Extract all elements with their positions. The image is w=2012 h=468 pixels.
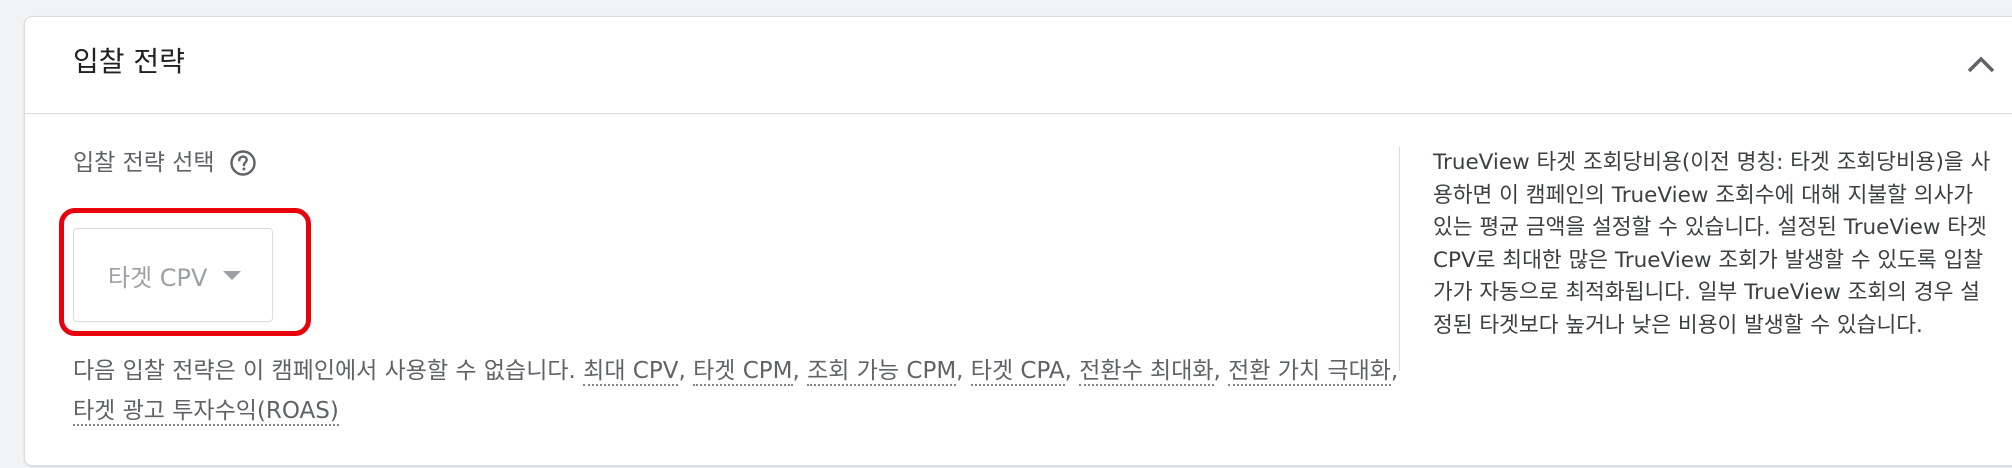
strategy-label: 입찰 전략 선택 (73, 150, 215, 176)
unavailable-strategies-text: 다음 입찰 전략은 이 캠페인에서 사용할 수 없습니다. 최대 CPV, 타겟… (73, 351, 1403, 431)
unavailable-item[interactable]: 최대 CPV (583, 358, 679, 386)
strategy-description: TrueView 타겟 조회당비용(이전 명칭: 타겟 조회당비용)을 사용하면… (1433, 150, 1991, 338)
vertical-divider (1399, 147, 1400, 371)
unavailable-item[interactable]: 타겟 광고 투자수익(ROAS) (73, 398, 339, 426)
separator: , (1213, 358, 1229, 384)
card-title: 입찰 전략 (73, 45, 185, 78)
collapse-button[interactable] (1957, 41, 2005, 89)
bid-strategy-card: 입찰 전략 입찰 전략 선택 타겟 CPV 다음 입찰 전략은 이 캠페인에서 … (24, 16, 2012, 466)
unavailable-item[interactable]: 전환수 최대화 (1079, 358, 1214, 386)
separator: , (678, 358, 694, 384)
chevron-up-icon (1967, 56, 1995, 73)
separator: , (956, 358, 971, 384)
caret-down-icon (223, 270, 242, 280)
strategy-dropdown-value: 타겟 CPV (108, 263, 208, 292)
separator: , (1064, 358, 1080, 384)
unavailable-prefix: 다음 입찰 전략은 이 캠페인에서 사용할 수 없습니다. (73, 358, 584, 384)
help-icon[interactable] (229, 149, 257, 177)
unavailable-item[interactable]: 타겟 CPA (970, 358, 1065, 386)
unavailable-item[interactable]: 전환 가치 극대화 (1228, 358, 1391, 386)
unavailable-item[interactable]: 조회 가능 CPM (807, 358, 957, 386)
separator: , (792, 358, 808, 384)
strategy-dropdown[interactable]: 타겟 CPV (73, 228, 273, 322)
card-header[interactable]: 입찰 전략 (25, 17, 2012, 114)
separator: , (1390, 358, 1399, 384)
strategy-label-row: 입찰 전략 선택 (73, 147, 257, 179)
unavailable-item[interactable]: 타겟 CPM (693, 358, 793, 386)
